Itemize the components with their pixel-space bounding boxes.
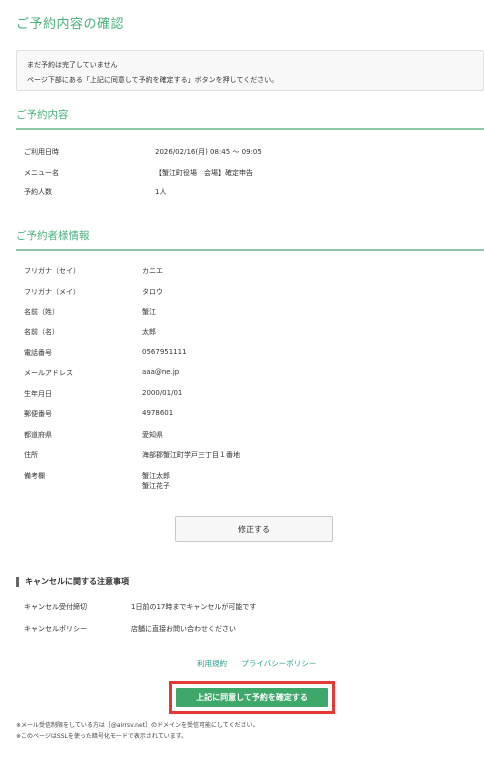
booker-row: メールアドレス aaa@ne.jp <box>24 368 464 380</box>
row-label: 都道府県 <box>24 431 52 439</box>
cancel-row: キャンセルポリシー 店舗に直接お問い合わせください <box>24 624 464 636</box>
row-label: 郵便番号 <box>24 410 52 418</box>
page-title: ご予約内容の確認 <box>16 17 125 32</box>
row-label: フリガナ（メイ） <box>24 288 80 296</box>
footnote: ※メール受信制限をしている方は［@airrsv.net］のドメインを受信可能にし… <box>16 722 259 729</box>
notice-line-1: まだ予約は完了していません <box>27 61 118 69</box>
row-value: 海部郡蟹江町学戸三丁目１番地 <box>142 451 240 459</box>
cancel-section-title: キャンセルに関する注意事項 <box>16 577 129 587</box>
agree-and-confirm-button[interactable]: 上記に同意して予約を確定する <box>176 688 328 707</box>
row-label: 電話番号 <box>24 349 52 357</box>
fix-button[interactable]: 修正する <box>175 516 333 542</box>
row-label: 予約人数 <box>24 188 52 196</box>
row-value: タロウ <box>142 288 163 296</box>
row-label: 名前（姓） <box>24 308 59 316</box>
incomplete-notice: まだ予約は完了していません ページ下部にある「上記に同意して予約を確定する」ボタ… <box>16 50 484 91</box>
row-value: aaa@ne.jp <box>142 368 180 376</box>
row-label: メールアドレス <box>24 369 73 377</box>
row-label: ご利用日時 <box>24 148 59 156</box>
row-value: 4978601 <box>142 409 174 417</box>
row-value: 太郎 <box>142 328 156 336</box>
confirmation-page: ご予約内容の確認 まだ予約は完了していません ページ下部にある「上記に同意して予… <box>0 0 484 757</box>
row-value-2: 蟹江花子 <box>142 482 170 490</box>
row-value: 2026/02/16(月) 08:45 ～ 09:05 <box>155 148 262 156</box>
row-value: 1人 <box>155 188 167 196</box>
row-value: 1日前の17時までキャンセルが可能です <box>131 603 257 611</box>
row-label: フリガナ（セイ） <box>24 267 80 275</box>
booker-row: 名前（姓） 蟹江 <box>24 307 464 319</box>
privacy-policy-link[interactable]: プライバシーポリシー <box>241 659 316 668</box>
booker-row: 郵便番号 4978601 <box>24 409 464 421</box>
booker-row: 都道府県 愛知県 <box>24 430 464 442</box>
booker-row: 電話番号 0567951111 <box>24 348 464 360</box>
row-value: 蟹江 <box>142 308 156 316</box>
booker-row: 備考欄 蟹江太郎 蟹江花子 <box>24 471 464 495</box>
row-value: 店舗に直接お問い合わせください <box>131 625 236 633</box>
row-label: 生年月日 <box>24 390 52 398</box>
row-label: メニュー名 <box>24 169 59 177</box>
booker-row: 住所 海部郡蟹江町学戸三丁目１番地 <box>24 450 464 462</box>
agree-button-highlight: 上記に同意して予約を確定する <box>169 681 335 714</box>
notice-line-2: ページ下部にある「上記に同意して予約を確定する」ボタンを押してください。 <box>27 76 279 84</box>
booker-row: 生年月日 2000/01/01 <box>24 389 464 401</box>
row-value: 2000/01/01 <box>142 389 183 397</box>
row-label: キャンセルポリシー <box>24 625 87 633</box>
row-label: 備考欄 <box>24 472 45 480</box>
reservation-row: メニュー名 【蟹江町役場 会場】確定申告 <box>24 168 464 180</box>
booker-row: フリガナ（セイ） カニエ <box>24 266 464 278</box>
reservation-row: 予約人数 1人 <box>24 187 464 199</box>
booker-row: 名前（名） 太郎 <box>24 327 464 339</box>
terms-link[interactable]: 利用規約 <box>197 659 227 668</box>
row-label: キャンセル受付締切 <box>24 603 87 611</box>
row-label: 名前（名） <box>24 328 59 336</box>
row-value: 蟹江太郎 <box>142 472 170 480</box>
footnote: ※このページはSSLを使った暗号化モードで表示されています。 <box>16 733 188 740</box>
row-value: 0567951111 <box>142 348 187 356</box>
row-value: カニエ <box>142 267 163 275</box>
cancel-row: キャンセル受付締切 1日前の17時までキャンセルが可能です <box>24 602 464 614</box>
row-label: 住所 <box>24 451 38 459</box>
section-title-booker: ご予約者様情報 <box>16 228 484 251</box>
reservation-row: ご利用日時 2026/02/16(月) 08:45 ～ 09:05 <box>24 147 464 159</box>
row-value: 【蟹江町役場 会場】確定申告 <box>155 169 253 177</box>
booker-row: フリガナ（メイ） タロウ <box>24 287 464 299</box>
footer-links: 利用規約 プライバシーポリシー <box>197 658 328 669</box>
row-value: 愛知県 <box>142 431 163 439</box>
section-title-reservation: ご予約内容 <box>16 107 484 130</box>
